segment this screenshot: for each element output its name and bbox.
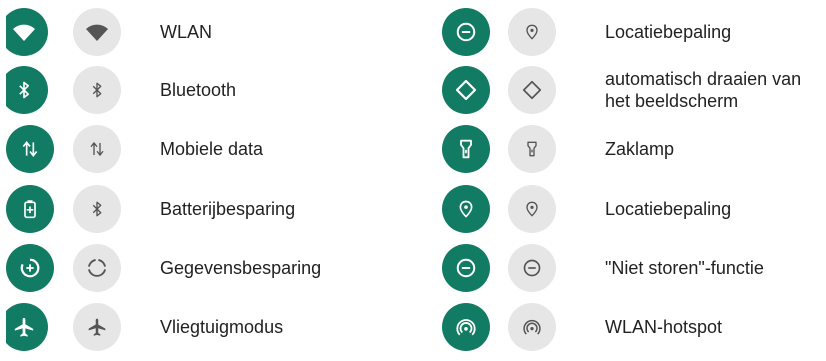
location-icon <box>524 22 540 42</box>
wifi-row: WLAN <box>0 8 413 66</box>
flashlight-icon <box>456 138 476 160</box>
data-saver-row: Gegevensbesparing <box>0 244 413 302</box>
location-label-1: Locatiebepaling <box>605 22 732 42</box>
mobile-data-row: Mobiele data <box>0 125 413 183</box>
airplane-icon <box>13 316 35 338</box>
mobile-data-icon <box>88 140 106 158</box>
location-label-2: Locatiebepaling <box>605 199 732 219</box>
flashlight-on-tile[interactable] <box>442 125 490 173</box>
battery-saver-row: Batterijbesparing <box>0 185 413 243</box>
bluetooth-label: Bluetooth <box>160 80 237 100</box>
wifi-icon <box>12 20 36 44</box>
bluetooth-on-tile[interactable] <box>6 66 48 114</box>
airplane-mode-off-tile[interactable] <box>73 303 121 351</box>
battery-saver-label: Batterijbesparing <box>160 199 296 219</box>
bluetooth-icon <box>88 200 106 218</box>
airplane-mode-row: Vliegtuigmodus <box>0 303 413 361</box>
bluetooth-icon <box>14 80 34 100</box>
mobile-data-on-tile[interactable] <box>6 125 54 173</box>
bluetooth-icon <box>88 81 106 99</box>
mobile-data-off-tile[interactable] <box>73 125 121 173</box>
do-not-disturb-row: "Niet storen"-functie <box>442 244 826 302</box>
location-icon <box>457 198 475 220</box>
data-saver-label: Gegevensbesparing <box>160 258 322 278</box>
do-not-disturb-label: "Niet storen"-functie <box>605 258 764 278</box>
bluetooth-row: Bluetooth <box>0 66 413 124</box>
auto-rotate-label: automatisch draaien van het beeldscherm <box>605 69 802 111</box>
location-on-tile[interactable] <box>442 8 490 56</box>
data-saver-icon <box>86 257 108 279</box>
data-saver-on-tile[interactable] <box>6 244 54 292</box>
wifi-label: WLAN <box>160 22 213 42</box>
wifi-off-tile[interactable] <box>73 8 121 56</box>
auto-rotate-off-tile[interactable] <box>508 66 556 114</box>
do-not-disturb-icon <box>455 257 477 279</box>
flashlight-label: Zaklamp <box>605 139 675 159</box>
battery-saver-on-tile[interactable] <box>6 185 54 233</box>
flashlight-off-tile[interactable] <box>508 125 556 173</box>
mobile-data-icon <box>20 139 40 159</box>
auto-rotate-icon <box>454 78 478 102</box>
airplane-mode-label: Vliegtuigmodus <box>160 317 284 337</box>
wifi-icon <box>85 20 109 44</box>
auto-rotate-row: automatisch draaien van het beeldscherm <box>442 66 826 124</box>
location-off-tile[interactable] <box>508 8 556 56</box>
hotspot-off-tile[interactable] <box>508 303 556 351</box>
battery-saver-icon <box>20 198 40 220</box>
hotspot-icon <box>455 316 477 338</box>
bluetooth-off-tile[interactable] <box>73 66 121 114</box>
flashlight-icon <box>524 139 540 159</box>
airplane-icon <box>87 317 107 337</box>
location-row-1: Locatiebepaling <box>442 8 826 66</box>
battery-saver-off-tile[interactable] <box>73 185 121 233</box>
hotspot-label: WLAN-hotspot <box>605 317 723 337</box>
location-icon <box>524 199 540 219</box>
mobile-data-label: Mobiele data <box>160 139 264 159</box>
location-off-tile[interactable] <box>508 185 556 233</box>
wifi-on-tile[interactable] <box>6 8 48 56</box>
hotspot-icon <box>522 317 542 337</box>
hotspot-on-tile[interactable] <box>442 303 490 351</box>
do-not-disturb-on-tile[interactable] <box>442 244 490 292</box>
location-on-tile[interactable] <box>442 185 490 233</box>
data-saver-icon <box>19 257 41 279</box>
do-not-disturb-icon <box>455 21 477 43</box>
data-saver-off-tile[interactable] <box>73 244 121 292</box>
flashlight-row: Zaklamp <box>442 125 826 183</box>
auto-rotate-icon <box>521 79 543 101</box>
airplane-mode-on-tile[interactable] <box>6 303 48 351</box>
do-not-disturb-icon <box>522 258 542 278</box>
do-not-disturb-off-tile[interactable] <box>508 244 556 292</box>
auto-rotate-on-tile[interactable] <box>442 66 490 114</box>
hotspot-row: WLAN-hotspot <box>442 303 826 361</box>
location-row-2: Locatiebepaling <box>442 185 826 243</box>
